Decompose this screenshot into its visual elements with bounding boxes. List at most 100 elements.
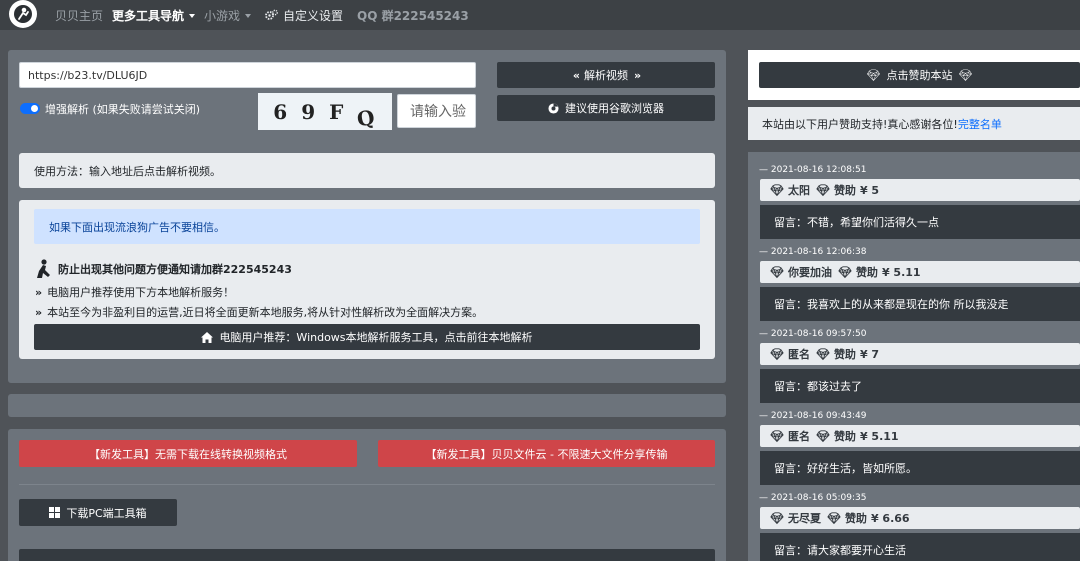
donor-name: 匿名 bbox=[787, 430, 810, 443]
donor-message-text: 不错，希望你们活得久一点 bbox=[807, 216, 939, 229]
nav-settings-label: 自定义设置 bbox=[283, 9, 344, 23]
donor-message-prefix: 留言： bbox=[774, 380, 807, 393]
sponsor-button[interactable]: 💎︎ 点击赞助本站 💎︎ bbox=[759, 62, 1080, 88]
donor-donate-word: 赞助 bbox=[833, 430, 856, 443]
local-parse-label: 电脑用户推荐：Windows本地解析服务工具，点击前往本地解析 bbox=[219, 331, 533, 344]
nav-settings-link[interactable]: 自定义设置 bbox=[265, 7, 343, 24]
nav-tools-label: 更多工具导航 bbox=[112, 9, 185, 23]
donor-name: 匿名 bbox=[787, 348, 810, 361]
donor-message: 留言： 请大家都要开心生活 bbox=[760, 533, 1080, 561]
chevron-down-icon bbox=[189, 14, 196, 18]
donor-message-text: 都该过去了 bbox=[807, 380, 862, 393]
donor-time: — 2021-08-16 05:09:35 bbox=[759, 493, 867, 503]
diamond-icon: 💎︎ bbox=[866, 68, 881, 82]
convert-tool-button[interactable]: 【新发工具】无需下载在线转换视频格式 bbox=[19, 440, 357, 467]
full-list-link[interactable]: 完整名单 bbox=[958, 116, 1002, 132]
diamond-icon: 💎︎ bbox=[815, 429, 830, 443]
captcha-char: Q bbox=[355, 103, 379, 132]
nav-home-link[interactable]: 贝贝主页 bbox=[55, 7, 103, 24]
chrome-browser-label: 建议使用谷歌浏览器 bbox=[565, 102, 664, 115]
chrome-browser-button[interactable]: 建议使用谷歌浏览器 bbox=[497, 95, 715, 121]
donor-message-text: 我喜欢上的从来都是现在的你 所以我没走 bbox=[807, 298, 1009, 311]
site-logo[interactable] bbox=[9, 0, 37, 28]
donor-message-text: 好好生活，皆如所愿。 bbox=[807, 462, 917, 475]
captcha-char: F bbox=[329, 99, 346, 124]
parse-video-label: 解析视频 bbox=[584, 69, 628, 82]
usage-box: 使用方法：输入地址后点击解析视频。 bbox=[19, 153, 715, 188]
donor-donate-word: 赞助 bbox=[833, 348, 856, 361]
captcha-char: 6 bbox=[273, 99, 290, 124]
gears-icon bbox=[265, 9, 278, 20]
diamond-icon: 💎︎ bbox=[815, 347, 830, 361]
donor-donate-word: 赞助 bbox=[833, 184, 856, 197]
sponsor-thanks-bar: 本站由以下用户赞助支持!真心感谢各位! 完整名单 bbox=[748, 107, 1080, 140]
donor-name: 你要加油 bbox=[787, 266, 832, 279]
nav-games-label: 小游戏 bbox=[204, 9, 241, 23]
windows-icon bbox=[49, 507, 61, 518]
captcha-image[interactable]: 6 9 F Q bbox=[258, 93, 392, 132]
file-cloud-button[interactable]: 【新发工具】贝贝文件云 - 不限速大文件分享传输 bbox=[378, 440, 715, 467]
donor-header: 💎︎ 匿名 💎︎ 赞助 ¥ 7 bbox=[760, 343, 1080, 365]
enhanced-parse-toggle[interactable] bbox=[20, 103, 40, 114]
donor-amount: ¥ 6.66 bbox=[870, 511, 910, 525]
chevrons-right-icon: » bbox=[35, 285, 42, 299]
donor-donate-word: 赞助 bbox=[855, 266, 878, 279]
chevrons-right-icon: » bbox=[634, 68, 641, 82]
notice-pc-text: 电脑用户推荐使用下方本地解析服务！ bbox=[47, 286, 235, 299]
chevrons-right-icon: » bbox=[35, 305, 42, 319]
enhanced-parse-label: 增强解析 (如果失败请尝试关闭) bbox=[45, 103, 201, 116]
donor-amount: ¥ 5 bbox=[859, 183, 880, 197]
nav-tools-dropdown[interactable]: 更多工具导航 bbox=[112, 7, 196, 24]
donor-message-prefix: 留言： bbox=[774, 216, 807, 229]
warning-text: 如果下面出现流浪狗广告不要相信。 bbox=[49, 220, 225, 234]
donor-amount: ¥ 5.11 bbox=[881, 265, 921, 279]
donor-header: 💎︎ 你要加油 💎︎ 赞助 ¥ 5.11 bbox=[760, 261, 1080, 283]
url-input[interactable]: https://b23.tv/DLU6JD bbox=[19, 62, 476, 88]
diamond-icon: 💎︎ bbox=[826, 511, 841, 525]
notice-free-line: » 本站至今为非盈利目的运营,近日将全面更新本地服务,将从针对性解析改为全面解决… bbox=[35, 304, 483, 320]
donor-message: 留言： 不错，希望你们活得久一点 bbox=[760, 205, 1080, 239]
diamond-icon: 💎︎ bbox=[770, 429, 784, 443]
diamond-icon: 💎︎ bbox=[770, 183, 784, 197]
donor-time: — 2021-08-16 12:06:38 bbox=[759, 247, 867, 257]
donor-name: 太阳 bbox=[787, 184, 810, 197]
donor-message-text: 请大家都要开心生活 bbox=[807, 544, 906, 557]
parse-video-button[interactable]: « 解析视频 » bbox=[497, 62, 715, 88]
diamond-icon: 💎︎ bbox=[958, 68, 973, 82]
donor-amount: ¥ 5.11 bbox=[859, 429, 899, 443]
divider bbox=[19, 484, 715, 485]
donor-donate-word: 赞助 bbox=[844, 512, 867, 525]
donor-message: 留言： 好好生活，皆如所愿。 bbox=[760, 451, 1080, 485]
donor-header: 💎︎ 无尽夏 💎︎ 赞助 ¥ 6.66 bbox=[760, 507, 1080, 529]
chevrons-left-icon: « bbox=[572, 68, 580, 82]
sponsor-button-label: 点击赞助本站 bbox=[886, 69, 953, 82]
notice-qq-text: 防止出现其他问题方便通知请加群222545243 bbox=[58, 263, 292, 276]
warning-alert: 如果下面出现流浪狗广告不要相信。 bbox=[34, 209, 700, 244]
donor-amount: ¥ 7 bbox=[859, 347, 880, 361]
captcha-char: 9 bbox=[301, 99, 318, 124]
nav-games-dropdown[interactable]: 小游戏 bbox=[204, 7, 252, 24]
diamond-icon: 💎︎ bbox=[770, 511, 784, 525]
captcha-input[interactable]: 请输入验 bbox=[397, 94, 476, 128]
notice-qq-line: 防止出现其他问题方便通知请加群222545243 bbox=[35, 259, 292, 279]
empty-panel bbox=[8, 394, 726, 417]
sponsor-thanks-text: 本站由以下用户赞助支持!真心感谢各位! bbox=[762, 117, 958, 131]
donor-header: 💎︎ 匿名 💎︎ 赞助 ¥ 5.11 bbox=[760, 425, 1080, 447]
diamond-icon: 💎︎ bbox=[770, 265, 784, 279]
diamond-icon: 💎︎ bbox=[770, 347, 784, 361]
donor-header: 💎︎ 太阳 💎︎ 赞助 ¥ 5 bbox=[760, 179, 1080, 201]
notice-pc-line: » 电脑用户推荐使用下方本地解析服务！ bbox=[35, 284, 234, 300]
donor-message: 留言： 都该过去了 bbox=[760, 369, 1080, 403]
diamond-icon: 💎︎ bbox=[815, 183, 830, 197]
praying-person-icon bbox=[37, 259, 50, 278]
astronaut-logo-icon bbox=[14, 5, 32, 23]
top-navbar: 贝贝主页 更多工具导航 小游戏 自定义设置 QQ 群222545243 bbox=[0, 0, 1080, 30]
pc-toolbox-button[interactable]: 下载PC端工具箱 bbox=[19, 499, 177, 526]
diamond-icon: 💎︎ bbox=[837, 265, 852, 279]
nav-qq-group: QQ 群222545243 bbox=[357, 9, 469, 23]
chrome-icon bbox=[548, 102, 559, 114]
pc-toolbox-label: 下载PC端工具箱 bbox=[66, 506, 147, 520]
donor-message: 留言： 我喜欢上的从来都是现在的你 所以我没走 bbox=[760, 287, 1080, 321]
local-parse-button[interactable]: 电脑用户推荐：Windows本地解析服务工具，点击前往本地解析 bbox=[34, 324, 700, 350]
donor-name: 无尽夏 bbox=[787, 512, 821, 525]
